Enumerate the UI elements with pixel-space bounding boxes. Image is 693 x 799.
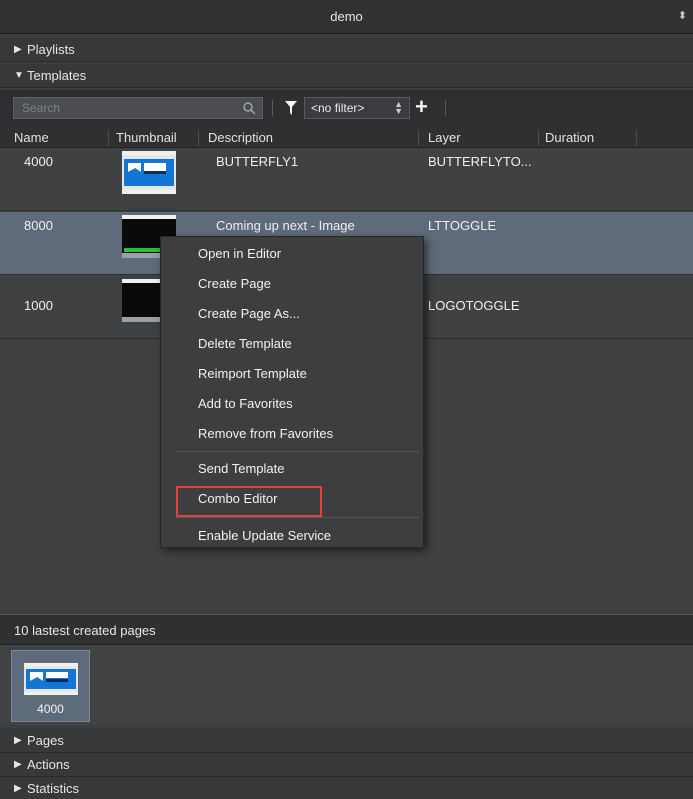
filter-select[interactable]: <no filter> ▲ ▼ — [304, 97, 410, 119]
expand-down-icon: ▼ — [14, 70, 24, 81]
section-actions[interactable]: ▶ Actions — [0, 753, 693, 777]
recent-pages-header: 10 lastest created pages — [0, 614, 693, 645]
column-resize-handle[interactable] — [198, 130, 199, 146]
templates-table-header: Name Thumbnail Description Layer Duratio… — [0, 128, 693, 148]
column-resize-handle[interactable] — [538, 130, 539, 146]
table-row[interactable]: 4000 BUTTERFLY1 BUTTERFLYTO... — [0, 148, 693, 211]
recent-pages-title: 10 lastest created pages — [14, 623, 156, 638]
expand-right-icon: ▶ — [14, 759, 22, 770]
section-pages[interactable]: ▶ Pages — [0, 729, 693, 753]
combo-editor-highlight — [176, 486, 322, 517]
window-titlebar: demo ⬍ — [0, 0, 693, 34]
template-thumbnail — [122, 151, 176, 194]
menu-item-remove-from-favorites[interactable]: Remove from Favorites — [198, 426, 333, 441]
recent-page-label: 4000 — [37, 702, 64, 716]
search-icon[interactable] — [242, 101, 256, 115]
menu-item-enable-update-service[interactable]: Enable Update Service — [198, 528, 331, 543]
filter-icon[interactable] — [285, 101, 297, 115]
column-resize-handle[interactable] — [108, 130, 109, 146]
toolbar-divider — [272, 100, 273, 116]
search-input[interactable]: Search — [13, 97, 263, 119]
updown-arrows-icon: ▲ ▼ — [394, 99, 403, 116]
row-layer: LTTOGGLE — [428, 218, 497, 233]
row-name: 4000 — [24, 154, 53, 169]
column-header-thumbnail[interactable]: Thumbnail — [116, 130, 177, 145]
row-description: Coming up next - Image — [216, 218, 355, 233]
expand-right-icon: ▶ — [14, 44, 22, 55]
window-title: demo — [330, 9, 363, 24]
column-resize-handle[interactable] — [418, 130, 419, 146]
menu-item-create-page-as[interactable]: Create Page As... — [198, 306, 300, 321]
section-pages-label: Pages — [27, 733, 64, 748]
column-header-name[interactable]: Name — [14, 130, 49, 145]
menu-item-create-page[interactable]: Create Page — [198, 276, 271, 291]
row-name: 1000 — [24, 298, 53, 313]
templates-toolbar: Search <no filter> ▲ ▼ + — [0, 90, 693, 128]
recent-page-tile[interactable]: 4000 — [11, 650, 90, 722]
menu-item-send-template[interactable]: Send Template — [198, 461, 285, 476]
page-thumbnail — [24, 663, 78, 695]
row-layer: LOGOTOGGLE — [428, 298, 520, 313]
menu-divider — [175, 517, 419, 518]
section-statistics[interactable]: ▶ Statistics — [0, 777, 693, 799]
recent-pages-panel: 4000 — [0, 645, 693, 725]
menu-divider — [175, 451, 419, 452]
menu-item-add-to-favorites[interactable]: Add to Favorites — [198, 396, 293, 411]
section-playlists[interactable]: ▶ Playlists — [0, 38, 693, 62]
expand-right-icon: ▶ — [14, 735, 22, 746]
search-placeholder: Search — [22, 101, 61, 115]
row-description: BUTTERFLY1 — [216, 154, 299, 169]
add-filter-button[interactable]: + — [415, 94, 428, 120]
column-header-description[interactable]: Description — [208, 130, 273, 145]
section-playlists-label: Playlists — [27, 42, 75, 57]
menu-item-open-in-editor[interactable]: Open in Editor — [198, 246, 281, 261]
expand-right-icon: ▶ — [14, 783, 22, 794]
column-resize-handle[interactable] — [636, 130, 637, 146]
filter-value: <no filter> — [311, 101, 365, 115]
toolbar-divider — [445, 100, 446, 116]
menu-item-reimport-template[interactable]: Reimport Template — [198, 366, 307, 381]
row-layer: BUTTERFLYTO... — [428, 154, 532, 169]
menu-item-delete-template[interactable]: Delete Template — [198, 336, 292, 351]
section-templates-label: Templates — [27, 68, 87, 83]
section-templates[interactable]: ▼ Templates — [0, 64, 693, 88]
column-header-layer[interactable]: Layer — [428, 130, 461, 145]
section-statistics-label: Statistics — [27, 781, 80, 796]
section-actions-label: Actions — [27, 757, 70, 772]
window-menu-icon[interactable]: ⬍ — [678, 9, 687, 22]
column-header-duration[interactable]: Duration — [545, 130, 594, 145]
row-name: 8000 — [24, 218, 53, 233]
